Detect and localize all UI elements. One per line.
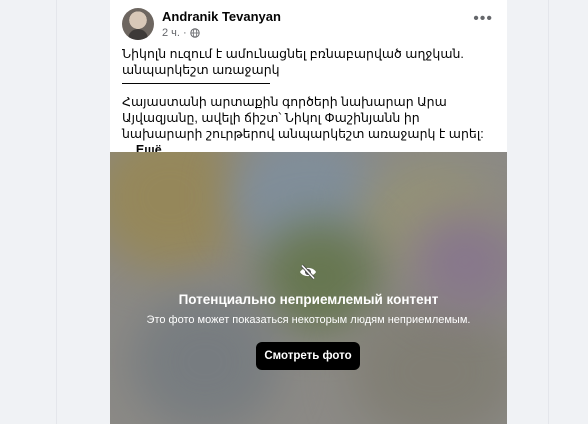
post-text: Նիկոլն ուզում է ամունացնել բռնաբարված աղ… (122, 46, 493, 158)
post-meta: 2 ч. · (162, 27, 200, 39)
eye-off-icon (300, 264, 316, 280)
post-body: Հայաստանի արտաքին գործերի նախարար Արա Այ… (122, 94, 493, 158)
post-body-text: Հայաստանի արտաքին գործերի նախարար Արա Այ… (122, 95, 484, 141)
post-time[interactable]: 2 ч. (162, 27, 180, 39)
blur-overlay (110, 152, 507, 424)
blurred-photo[interactable]: Потенциально неприемлемый контент Это фо… (110, 152, 507, 424)
globe-icon (189, 28, 200, 38)
post-card: Andranik Tevanyan 2 ч. · ••• Նիկոլն ուզո… (110, 0, 507, 424)
view-photo-button[interactable]: Смотреть фото (256, 342, 360, 370)
warning-subtitle: Это фото может показаться некоторым людя… (146, 314, 471, 326)
post-headline: Նիկոլն ուզում է ամունացնել բռնաբարված աղ… (122, 47, 464, 77)
author-name[interactable]: Andranik Tevanyan (162, 9, 281, 24)
warning-title: Потенциально неприемлемый контент (178, 292, 439, 307)
feed-right-gutter (548, 0, 588, 424)
more-options-icon[interactable]: ••• (473, 11, 493, 27)
feed-left-gutter (0, 0, 57, 424)
author-avatar[interactable] (122, 8, 154, 40)
text-separator (122, 83, 270, 84)
